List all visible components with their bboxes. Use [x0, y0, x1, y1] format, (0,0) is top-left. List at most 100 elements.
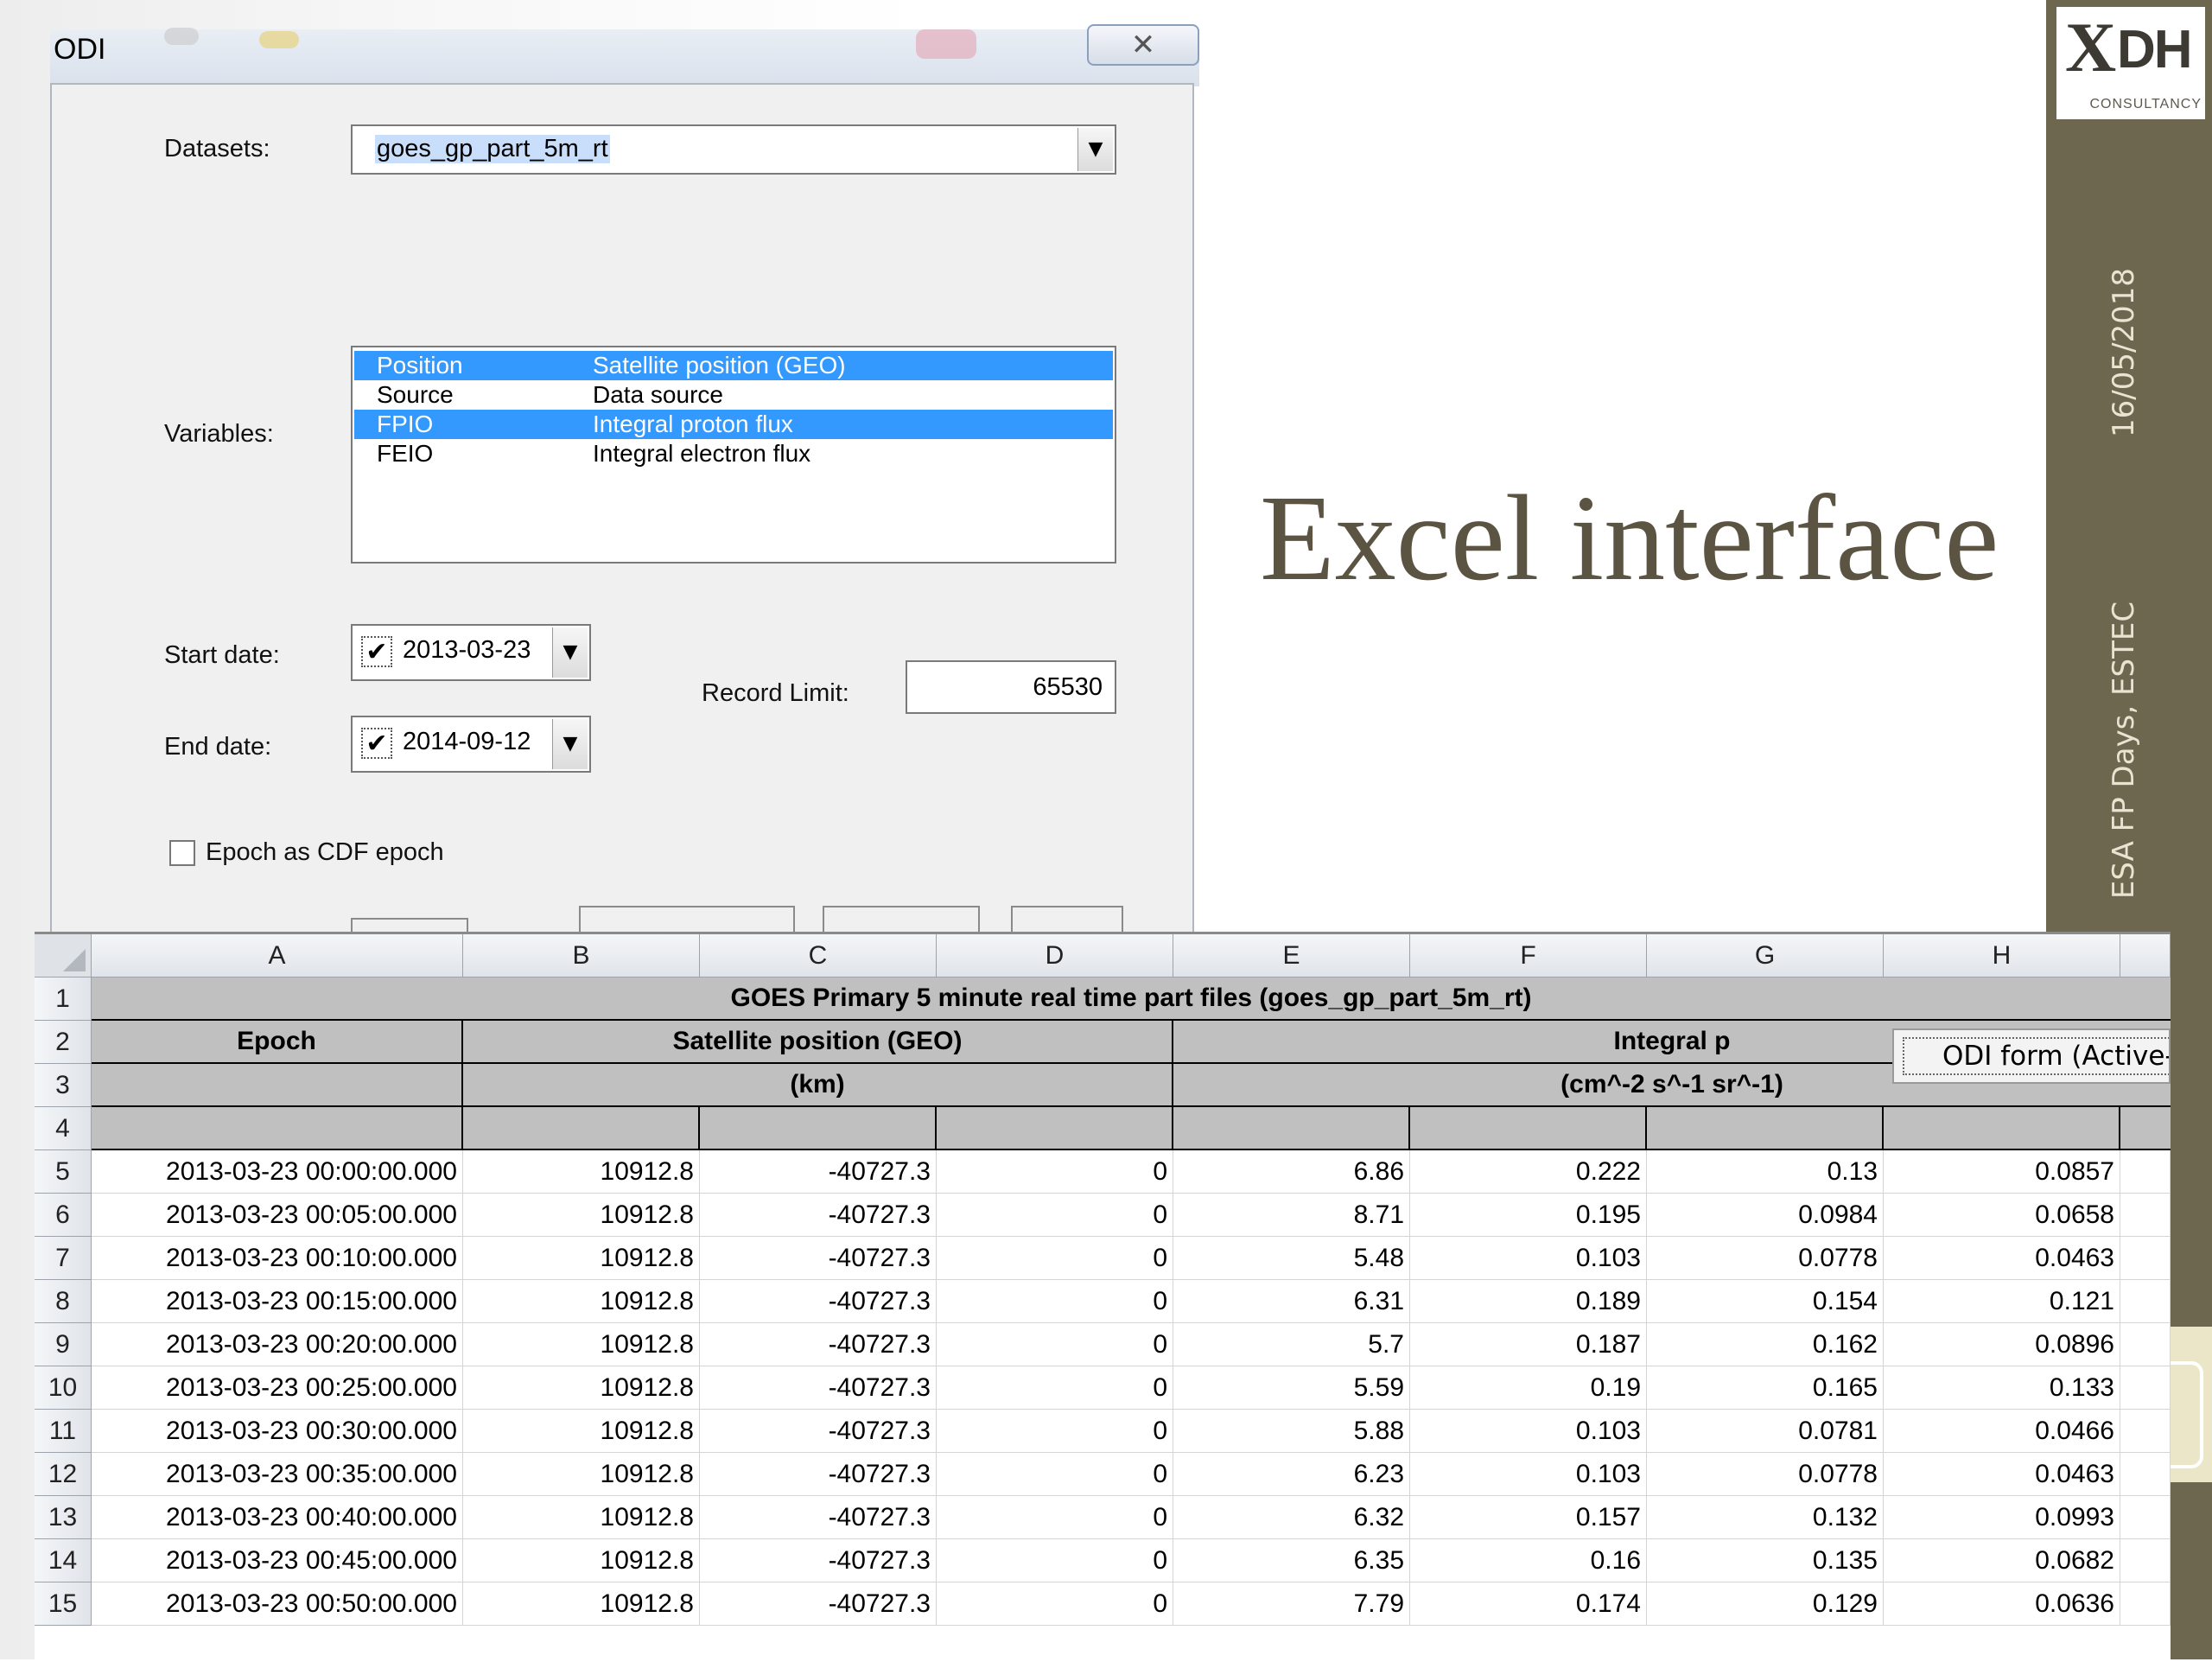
table-cell-e[interactable]: 5.59	[1173, 1366, 1410, 1410]
end-date-checkbox[interactable]: ✔	[361, 728, 392, 759]
table-cell-e[interactable]: 5.88	[1173, 1410, 1410, 1453]
position-unit-cell[interactable]: (km)	[463, 1064, 1173, 1107]
row-header[interactable]: 13	[35, 1496, 92, 1539]
table-cell-f[interactable]: 0.189	[1410, 1280, 1647, 1323]
table-cell-c[interactable]: -40727.3	[700, 1410, 937, 1453]
row-header[interactable]: 2	[35, 1021, 92, 1064]
table-cell-b[interactable]: 10912.8	[463, 1366, 700, 1410]
row-header[interactable]: 4	[35, 1107, 92, 1150]
table-cell-g[interactable]: 0.0778	[1647, 1453, 1884, 1496]
table-cell-f[interactable]: 0.195	[1410, 1194, 1647, 1237]
table-cell-partial[interactable]	[2120, 1237, 2171, 1280]
table-cell-d[interactable]: 0	[937, 1150, 1173, 1194]
record-limit-field[interactable]: 65530	[906, 660, 1116, 714]
table-cell-partial[interactable]	[2120, 1194, 2171, 1237]
table-cell-partial[interactable]	[2120, 1539, 2171, 1582]
table-cell-f[interactable]: 0.103	[1410, 1237, 1647, 1280]
table-cell-d[interactable]: 0	[937, 1194, 1173, 1237]
table-cell-h[interactable]: 0.0466	[1884, 1410, 2120, 1453]
table-cell-epoch[interactable]: 2013-03-23 00:40:00.000	[92, 1496, 463, 1539]
table-cell-b[interactable]: 10912.8	[463, 1194, 700, 1237]
table-cell-f[interactable]: 0.174	[1410, 1582, 1647, 1626]
table-cell-b[interactable]: 10912.8	[463, 1582, 700, 1626]
row-header[interactable]: 14	[35, 1539, 92, 1582]
table-cell-c[interactable]: -40727.3	[700, 1150, 937, 1194]
table-cell-h[interactable]: 0.0463	[1884, 1237, 2120, 1280]
column-header-g[interactable]: G	[1647, 934, 1884, 977]
table-cell-e[interactable]: 6.32	[1173, 1496, 1410, 1539]
table-cell-partial[interactable]	[2120, 1150, 2171, 1194]
table-cell-b[interactable]: 10912.8	[463, 1539, 700, 1582]
table-cell-e[interactable]: 7.79	[1173, 1582, 1410, 1626]
row-header[interactable]: 12	[35, 1453, 92, 1496]
chevron-down-icon[interactable]: ▼	[552, 719, 588, 769]
table-cell-d[interactable]: 0	[937, 1582, 1173, 1626]
row-header[interactable]: 10	[35, 1366, 92, 1410]
header-cell-blank[interactable]	[1410, 1107, 1647, 1150]
row-header[interactable]: 11	[35, 1410, 92, 1453]
table-cell-epoch[interactable]: 2013-03-23 00:00:00.000	[92, 1150, 463, 1194]
position-header-cell[interactable]: Satellite position (GEO)	[463, 1021, 1173, 1064]
table-cell-b[interactable]: 10912.8	[463, 1280, 700, 1323]
table-cell-epoch[interactable]: 2013-03-23 00:25:00.000	[92, 1366, 463, 1410]
datasets-combobox[interactable]: goes_gp_part_5m_rt ▼	[351, 124, 1116, 175]
row-header[interactable]: 5	[35, 1150, 92, 1194]
table-cell-b[interactable]: 10912.8	[463, 1237, 700, 1280]
table-cell-g[interactable]: 0.0984	[1647, 1194, 1884, 1237]
table-cell-f[interactable]: 0.222	[1410, 1150, 1647, 1194]
table-cell-e[interactable]: 6.31	[1173, 1280, 1410, 1323]
table-cell-partial[interactable]	[2120, 1410, 2171, 1453]
table-cell-h[interactable]: 0.0993	[1884, 1496, 2120, 1539]
start-date-picker[interactable]: ✔ 2013-03-23 ▼	[351, 624, 591, 681]
row-header[interactable]: 6	[35, 1194, 92, 1237]
table-cell-c[interactable]: -40727.3	[700, 1194, 937, 1237]
table-cell-g[interactable]: 0.132	[1647, 1496, 1884, 1539]
table-cell-g[interactable]: 0.0778	[1647, 1237, 1884, 1280]
column-header-c[interactable]: C	[700, 934, 937, 977]
variable-item-position[interactable]: Position Satellite position (GEO)	[354, 351, 1113, 380]
select-all-corner[interactable]	[35, 934, 92, 977]
table-cell-d[interactable]: 0	[937, 1410, 1173, 1453]
row-header[interactable]: 3	[35, 1064, 92, 1107]
table-cell-partial[interactable]	[2120, 1280, 2171, 1323]
table-cell-d[interactable]: 0	[937, 1237, 1173, 1280]
table-cell-g[interactable]: 0.13	[1647, 1150, 1884, 1194]
table-cell-e[interactable]: 5.48	[1173, 1237, 1410, 1280]
close-button[interactable]: ✕	[1087, 24, 1199, 66]
table-cell-d[interactable]: 0	[937, 1453, 1173, 1496]
table-cell-d[interactable]: 0	[937, 1366, 1173, 1410]
header-cell-blank[interactable]	[2120, 1107, 2171, 1150]
row-header[interactable]: 7	[35, 1237, 92, 1280]
table-cell-partial[interactable]	[2120, 1453, 2171, 1496]
odi-form-tooltip[interactable]: ODI form (Active-	[1892, 1028, 2171, 1084]
table-cell-f[interactable]: 0.103	[1410, 1410, 1647, 1453]
row-header[interactable]: 15	[35, 1582, 92, 1626]
header-cell-blank[interactable]	[1173, 1107, 1410, 1150]
table-cell-partial[interactable]	[2120, 1582, 2171, 1626]
variable-item-feio[interactable]: FEIO Integral electron flux	[354, 439, 1113, 468]
header-cell-blank[interactable]	[1884, 1107, 2120, 1150]
table-cell-g[interactable]: 0.0781	[1647, 1410, 1884, 1453]
table-cell-e[interactable]: 6.35	[1173, 1539, 1410, 1582]
table-cell-b[interactable]: 10912.8	[463, 1453, 700, 1496]
datasets-value[interactable]: goes_gp_part_5m_rt	[375, 135, 610, 163]
column-header-f[interactable]: F	[1410, 934, 1647, 977]
table-cell-c[interactable]: -40727.3	[700, 1280, 937, 1323]
table-cell-f[interactable]: 0.19	[1410, 1366, 1647, 1410]
table-cell-g[interactable]: 0.154	[1647, 1280, 1884, 1323]
table-cell-c[interactable]: -40727.3	[700, 1539, 937, 1582]
table-cell-epoch[interactable]: 2013-03-23 00:20:00.000	[92, 1323, 463, 1366]
column-header-h[interactable]: H	[1884, 934, 2120, 977]
table-cell-e[interactable]: 8.71	[1173, 1194, 1410, 1237]
start-date-value[interactable]: 2013-03-23	[403, 636, 531, 665]
table-cell-c[interactable]: -40727.3	[700, 1496, 937, 1539]
variable-item-source[interactable]: Source Data source	[354, 380, 1113, 410]
epoch-header-cell[interactable]: Epoch	[92, 1021, 463, 1064]
table-cell-epoch[interactable]: 2013-03-23 00:45:00.000	[92, 1539, 463, 1582]
table-cell-e[interactable]: 6.86	[1173, 1150, 1410, 1194]
table-cell-h[interactable]: 0.0857	[1884, 1150, 2120, 1194]
table-cell-d[interactable]: 0	[937, 1323, 1173, 1366]
table-cell-h[interactable]: 0.121	[1884, 1280, 2120, 1323]
dialog-titlebar[interactable]	[50, 29, 1199, 86]
table-cell-epoch[interactable]: 2013-03-23 00:35:00.000	[92, 1453, 463, 1496]
